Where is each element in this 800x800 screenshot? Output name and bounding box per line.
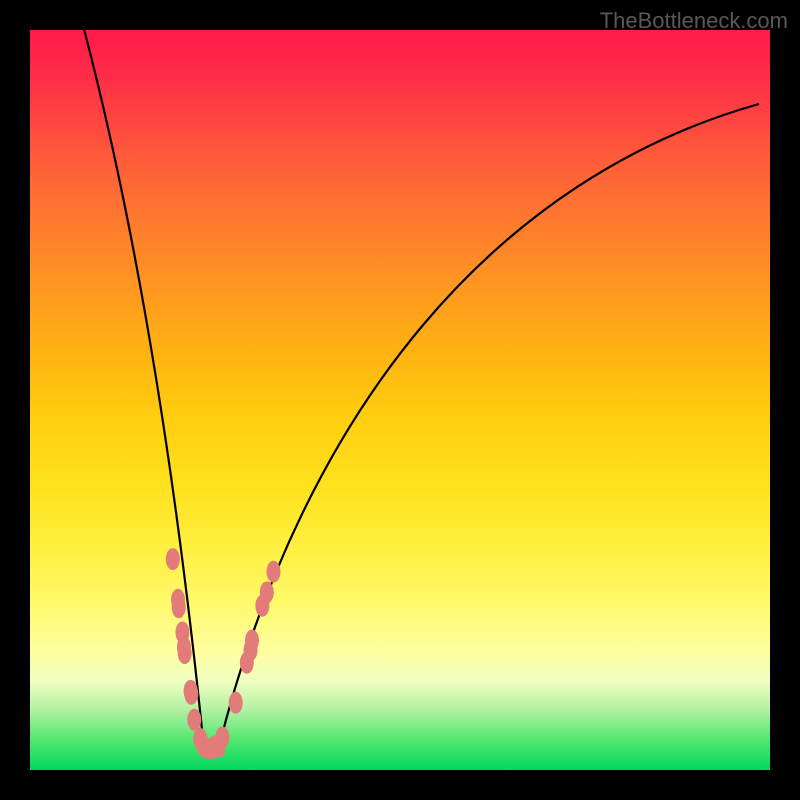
plot-area [30,30,770,770]
watermark-text: TheBottleneck.com [600,8,788,34]
data-markers [166,548,281,759]
chart-svg [30,30,770,770]
